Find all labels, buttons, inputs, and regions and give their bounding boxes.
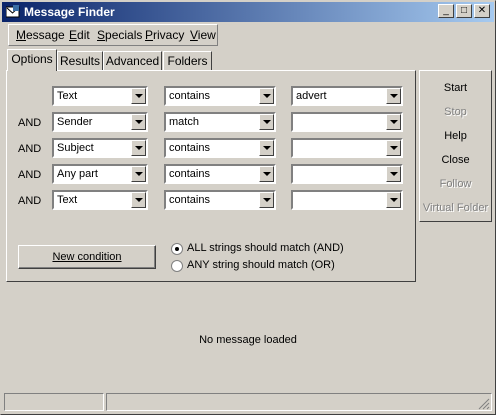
window-title: Message Finder [24,5,115,19]
status-pane-left [4,393,104,411]
tab-options[interactable]: Options [7,49,57,71]
virtual-folder-button[interactable]: Virtual Folder [420,202,491,214]
tab-folders[interactable]: Folders [163,51,212,71]
start-button[interactable]: Start [420,82,491,94]
close-window-button[interactable]: ✕ [474,4,490,18]
radio-all-label: ALL strings should match (AND) [187,242,344,254]
resize-grip-icon[interactable] [478,398,490,410]
minimize-button[interactable]: _ [438,4,454,18]
app-icon [6,5,20,18]
title-bar[interactable]: Message Finder _ □ ✕ [2,2,494,22]
help-button[interactable]: Help [420,130,491,142]
menu-message[interactable]: Message [16,28,65,42]
maximize-icon: □ [460,5,468,16]
close-icon: ✕ [477,5,487,16]
radio-all-strings[interactable] [171,243,183,255]
maximize-button[interactable]: □ [456,4,472,18]
stop-button[interactable]: Stop [420,106,491,118]
menu-privacy[interactable]: Privacy [145,28,184,42]
follow-button[interactable]: Follow [420,178,491,190]
status-message: No message loaded [199,334,297,346]
menu-specials[interactable]: Specials [97,28,142,42]
tab-advanced[interactable]: Advanced [103,51,162,71]
status-pane-right [106,393,492,411]
menu-bar: Message Edit Specials Privacy View [8,24,218,46]
close-button[interactable]: Close [420,154,491,166]
tab-results[interactable]: Results [57,51,103,71]
radio-any-label: ANY string should match (OR) [187,259,335,271]
minimize-icon: _ [443,5,449,16]
menu-view[interactable]: View [190,28,216,42]
radio-any-string[interactable] [171,260,183,272]
action-panel: Start Stop Help Close Follow Virtual Fol… [419,70,492,222]
menu-edit[interactable]: Edit [69,28,90,42]
new-condition-button[interactable]: New condition [18,245,156,269]
